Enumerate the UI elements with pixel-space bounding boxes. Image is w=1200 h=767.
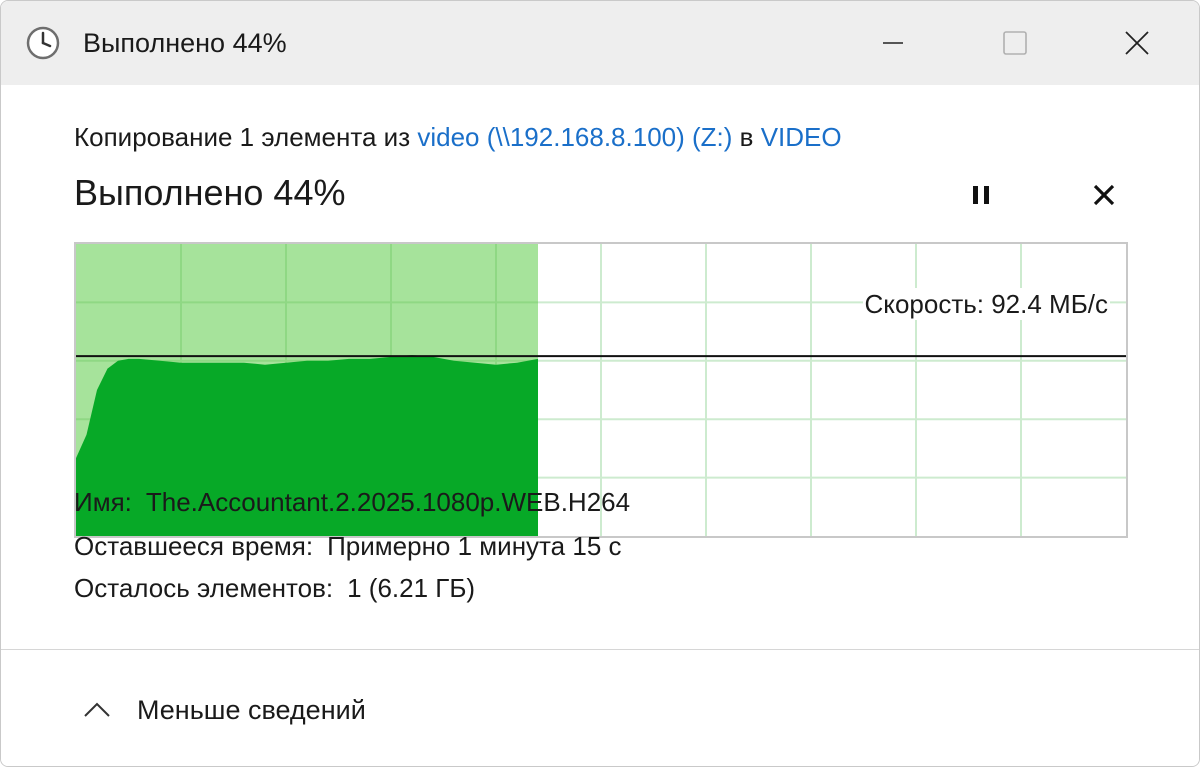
time-value: Примерно 1 минута 15 с	[327, 531, 622, 561]
detail-time: Оставшееся время: Примерно 1 минута 15 с	[74, 530, 622, 562]
less-details-toggle[interactable]: Меньше сведений	[79, 690, 366, 730]
destination-link[interactable]: VIDEO	[761, 122, 842, 152]
pause-button[interactable]	[961, 175, 1001, 215]
maximize-button[interactable]	[955, 1, 1075, 85]
minimize-icon	[883, 42, 903, 44]
chevron-up-icon	[84, 702, 110, 717]
name-label: Имя:	[74, 487, 132, 517]
items-value: 1 (6.21 ГБ)	[347, 573, 476, 603]
pause-icon	[973, 186, 989, 204]
copy-description: Копирование 1 элемента из video (\\192.1…	[74, 121, 842, 153]
dialog-footer: Меньше сведений	[1, 649, 1199, 766]
minimize-button[interactable]	[833, 1, 953, 85]
speed-label: Скорость: 92.4 МБ/с	[862, 288, 1110, 320]
clock-icon	[26, 26, 60, 60]
source-link[interactable]: video (\\192.168.8.100) (Z:)	[417, 122, 732, 152]
name-value: The.Accountant.2.2025.1080p.WEB.H264	[145, 487, 631, 517]
copy-prefix: Копирование 1 элемента из	[74, 122, 418, 152]
copy-middle: в	[732, 122, 761, 152]
detail-name: Имя: The.Accountant.2.2025.1080p.WEB.H264	[74, 486, 630, 518]
copy-progress-window: Выполнено 44% Копирование 1 элемента из …	[0, 0, 1200, 767]
maximize-icon	[1003, 31, 1027, 55]
items-label: Осталось элементов:	[74, 573, 334, 603]
window-title: Выполнено 44%	[83, 28, 287, 58]
close-window-button[interactable]	[1077, 1, 1197, 85]
cancel-button[interactable]	[1084, 175, 1124, 215]
close-icon	[1125, 31, 1149, 55]
less-details-label: Меньше сведений	[137, 695, 366, 725]
title-bar[interactable]: Выполнено 44%	[1, 1, 1199, 85]
progress-title: Выполнено 44%	[74, 172, 346, 213]
time-label: Оставшееся время:	[74, 531, 314, 561]
detail-items: Осталось элементов: 1 (6.21 ГБ)	[74, 572, 475, 604]
cancel-icon	[1093, 184, 1115, 206]
